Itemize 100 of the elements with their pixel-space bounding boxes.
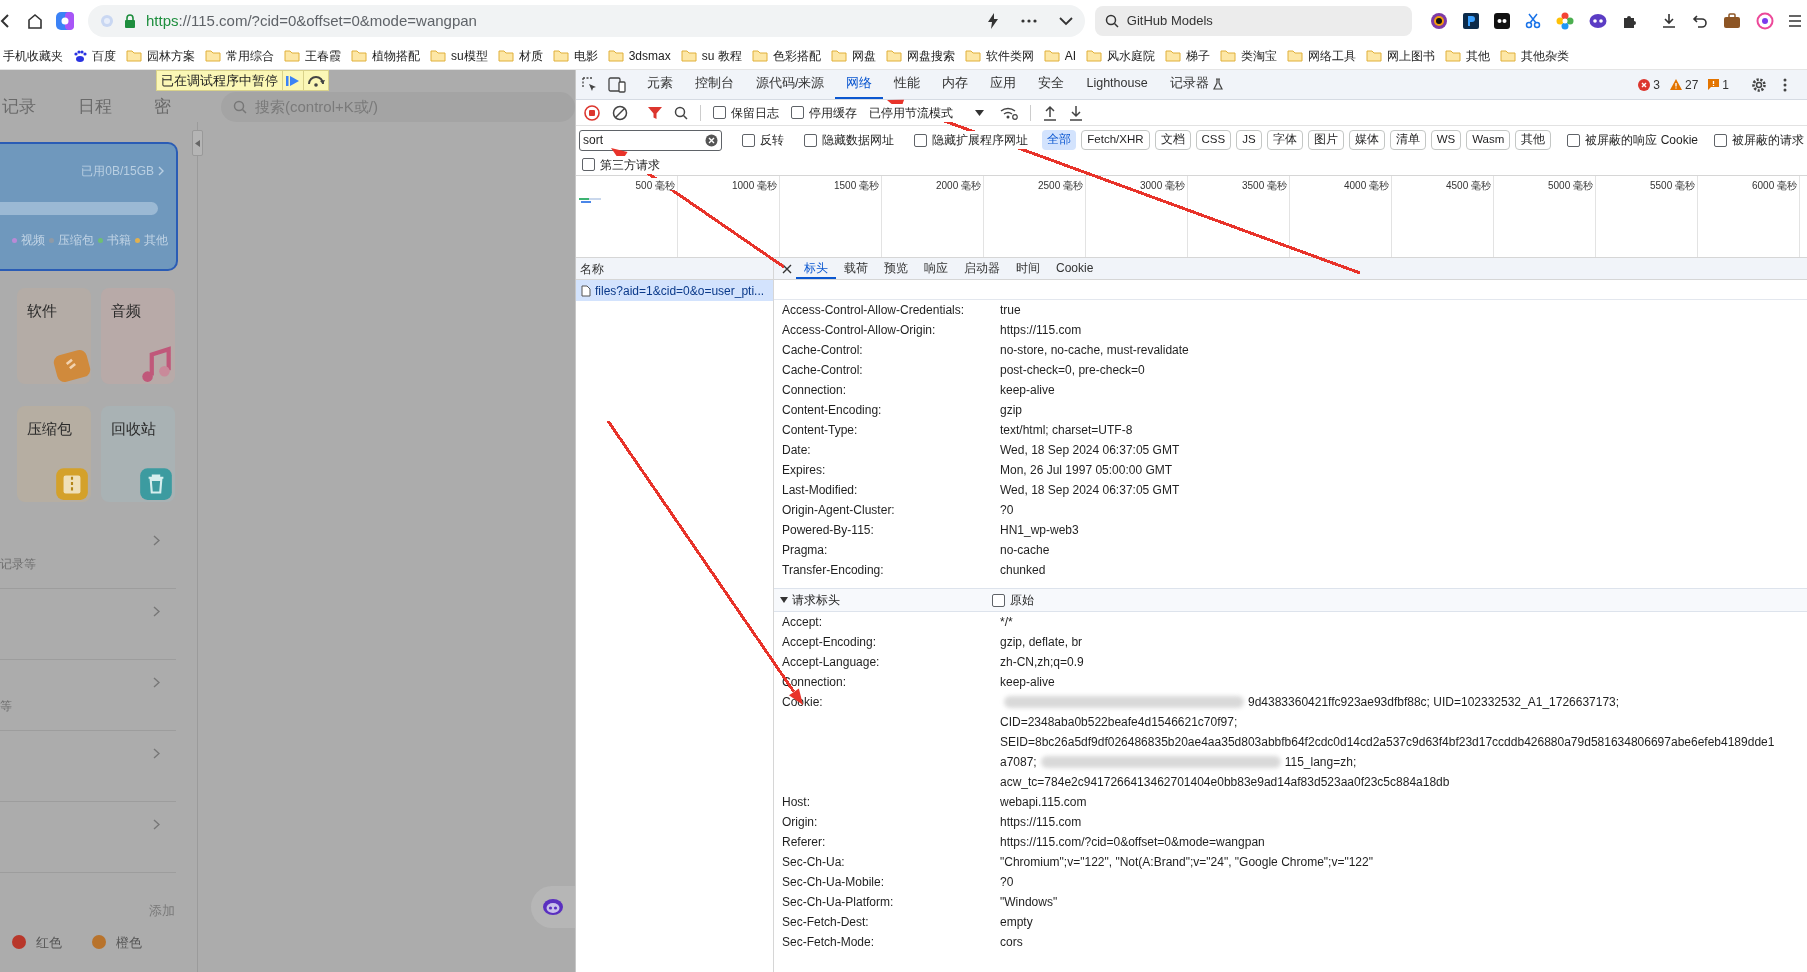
devtools-tab[interactable]: 性能 bbox=[883, 70, 932, 99]
hide-extension-urls-checkbox[interactable]: 隐藏扩展程序网址 bbox=[914, 131, 1029, 149]
header-value: webapi.115.com bbox=[1000, 794, 1087, 811]
type-filter-button[interactable]: Fetch/XHR bbox=[1081, 130, 1150, 150]
header-value: 115_lang=zh; bbox=[1284, 754, 1357, 771]
bookmark-item[interactable]: AI bbox=[1043, 46, 1077, 65]
detail-tab[interactable]: 启动器 bbox=[956, 258, 1008, 279]
bookmark-item[interactable]: su 教程 bbox=[680, 46, 742, 65]
header-value: post-check=0, pre-check=0 bbox=[1000, 362, 1145, 379]
type-filter-button[interactable]: 其他 bbox=[1515, 130, 1552, 150]
bookmark-item[interactable]: 电影 bbox=[552, 46, 598, 65]
bookmark-item[interactable]: 常用综合 bbox=[205, 46, 274, 65]
url-text: https://115.com/?cid=0&offset=0&mode=wangpan bbox=[146, 10, 477, 31]
header-value: https://115.com/?cid=0&offset=0&mode=wangpan bbox=[1000, 834, 1265, 851]
bookmark-item[interactable]: 3dsmax bbox=[607, 46, 671, 65]
header-name: Host: bbox=[782, 794, 811, 811]
bookmark-item[interactable]: 网络工具 bbox=[1287, 46, 1357, 65]
throttling-dropdown[interactable]: 已停用节流模式 bbox=[869, 103, 984, 122]
section-toggle[interactable]: 请求标头 bbox=[780, 591, 992, 609]
type-filter-button[interactable]: Wasm bbox=[1466, 130, 1511, 150]
header-name: Date: bbox=[782, 442, 812, 459]
category-tile[interactable]: 压缩包 bbox=[17, 406, 91, 502]
error-count[interactable]: 3 bbox=[1638, 75, 1660, 94]
type-filter-button[interactable]: 字体 bbox=[1266, 130, 1303, 150]
header-value: ?0 bbox=[1000, 502, 1014, 519]
devtools-tab[interactable]: 网络 bbox=[835, 70, 884, 99]
hide-data-urls-checkbox[interactable]: 隐藏数据网址 bbox=[804, 131, 895, 149]
bookmark-item[interactable]: 梯子 bbox=[1165, 46, 1211, 65]
timeline-tick-label: 2000 毫秒 bbox=[935, 178, 981, 190]
timeline-tick-label: 6000 毫秒 bbox=[1751, 178, 1797, 190]
detail-tab[interactable]: 预览 bbox=[876, 258, 916, 279]
detail-tab[interactable]: 标头 bbox=[796, 258, 836, 279]
address-bar[interactable]: https://115.com/?cid=0&offset=0&mode=wangpan bbox=[88, 5, 1085, 37]
type-filter-button[interactable]: 图片 bbox=[1307, 130, 1344, 150]
type-filter-button[interactable]: 媒体 bbox=[1348, 130, 1385, 150]
bookmark-item[interactable]: 其他杂类 bbox=[1500, 46, 1570, 65]
devtools-tab[interactable]: 内存 bbox=[931, 70, 980, 99]
header-name: Expires: bbox=[782, 462, 827, 479]
type-filter-button[interactable]: 全部 bbox=[1042, 130, 1077, 150]
type-filter-button[interactable]: WS bbox=[1430, 130, 1462, 150]
bookmark-item[interactable]: 网上图书 bbox=[1366, 46, 1436, 65]
bookmark-item[interactable]: 类淘宝 bbox=[1220, 46, 1278, 65]
bookmark-item[interactable]: su模型 bbox=[430, 46, 488, 65]
disable-cache-checkbox[interactable]: 停用缓存 bbox=[791, 103, 857, 122]
info-count[interactable]: 1 bbox=[1708, 75, 1729, 94]
devtools-tab[interactable]: 元素 bbox=[636, 70, 684, 99]
search-field[interactable]: GitHub Models bbox=[1094, 6, 1412, 36]
type-filter-button[interactable]: JS bbox=[1236, 130, 1262, 150]
legend-label: 书籍 bbox=[107, 232, 131, 249]
invert-checkbox[interactable]: 反转 bbox=[742, 131, 785, 149]
header-name: Sec-Fetch-Dest: bbox=[782, 914, 870, 931]
bookmark-item[interactable]: 其他 bbox=[1445, 46, 1491, 65]
header-value: chunked bbox=[1000, 562, 1046, 579]
category-tile[interactable]: 回收站 bbox=[101, 406, 175, 502]
type-filter-button[interactable]: 清单 bbox=[1389, 130, 1426, 150]
header-value: true bbox=[1000, 302, 1021, 319]
type-filter-button[interactable]: CSS bbox=[1195, 130, 1232, 150]
bookmark-item[interactable]: 王春霞 bbox=[284, 46, 341, 65]
header-value: zh-CN,zh;q=0.9 bbox=[1000, 654, 1084, 671]
detail-tab[interactable]: 响应 bbox=[916, 258, 956, 279]
detail-tab[interactable]: Cookie bbox=[1048, 258, 1102, 279]
devtools-tab[interactable]: 应用 bbox=[979, 70, 1028, 99]
header-name: Accept-Encoding: bbox=[782, 634, 878, 651]
blocked-requests-checkbox[interactable]: 被屏蔽的请求 bbox=[1714, 131, 1804, 149]
devtools-tab[interactable]: 控制台 bbox=[684, 70, 745, 99]
raw-headers-checkbox[interactable]: 原始 bbox=[992, 591, 1034, 609]
header-name: Pragma: bbox=[782, 542, 829, 559]
devtools-tab[interactable]: 记录器 bbox=[1158, 70, 1234, 99]
header-name: Sec-Ch-Ua-Platform: bbox=[782, 894, 895, 911]
category-tile[interactable]: 软件 bbox=[17, 288, 91, 384]
header-name: Sec-Ch-Ua: bbox=[782, 854, 846, 871]
timeline-tick-label: 1500 毫秒 bbox=[833, 178, 879, 190]
bookmark-item[interactable]: 网盘 bbox=[830, 46, 876, 65]
timeline-tick-label: 5000 毫秒 bbox=[1547, 178, 1593, 190]
third-party-checkbox[interactable]: 第三方请求 bbox=[582, 155, 660, 174]
header-name: Cookie: bbox=[782, 694, 824, 711]
bookmark-item[interactable]: 百度 bbox=[73, 46, 116, 65]
blocked-cookies-checkbox[interactable]: 被屏蔽的响应 Cookie bbox=[1567, 131, 1698, 149]
bookmark-item[interactable]: 软件类网 bbox=[964, 46, 1034, 65]
header-value: ?0 bbox=[1000, 874, 1014, 891]
warning-count[interactable]: 27 bbox=[1669, 75, 1699, 94]
bookmark-item[interactable]: 网盘搜索 bbox=[885, 46, 955, 65]
bookmark-item[interactable]: 植物搭配 bbox=[351, 46, 420, 65]
request-row[interactable]: files?aid=1&cid=0&o=user_pti... bbox=[576, 280, 773, 301]
type-filter-button[interactable]: 文档 bbox=[1154, 130, 1191, 150]
bookmark-item[interactable]: 手机收藏夹 bbox=[3, 46, 63, 65]
detail-tab[interactable]: 载荷 bbox=[836, 258, 876, 279]
devtools-tab[interactable]: 源代码/来源 bbox=[745, 70, 836, 99]
category-tile[interactable]: 音频 bbox=[101, 288, 175, 384]
preserve-log-checkbox[interactable]: 保留日志 bbox=[713, 103, 779, 122]
bookmark-item[interactable]: 材质 bbox=[497, 46, 543, 65]
bookmark-item[interactable]: 色彩搭配 bbox=[751, 46, 821, 65]
bookmark-item[interactable]: 园林方案 bbox=[126, 46, 195, 65]
bookmark-item[interactable]: 风水庭院 bbox=[1086, 46, 1156, 65]
header-value: Mon, 26 Jul 1997 05:00:00 GMT bbox=[1000, 462, 1173, 479]
detail-tab[interactable]: 时间 bbox=[1008, 258, 1048, 279]
devtools-tab[interactable]: 安全 bbox=[1027, 70, 1076, 99]
header-value: keep-alive bbox=[1000, 674, 1055, 691]
filter-field[interactable]: sort bbox=[579, 129, 723, 151]
devtools-tab[interactable]: Lighthouse bbox=[1075, 70, 1159, 99]
